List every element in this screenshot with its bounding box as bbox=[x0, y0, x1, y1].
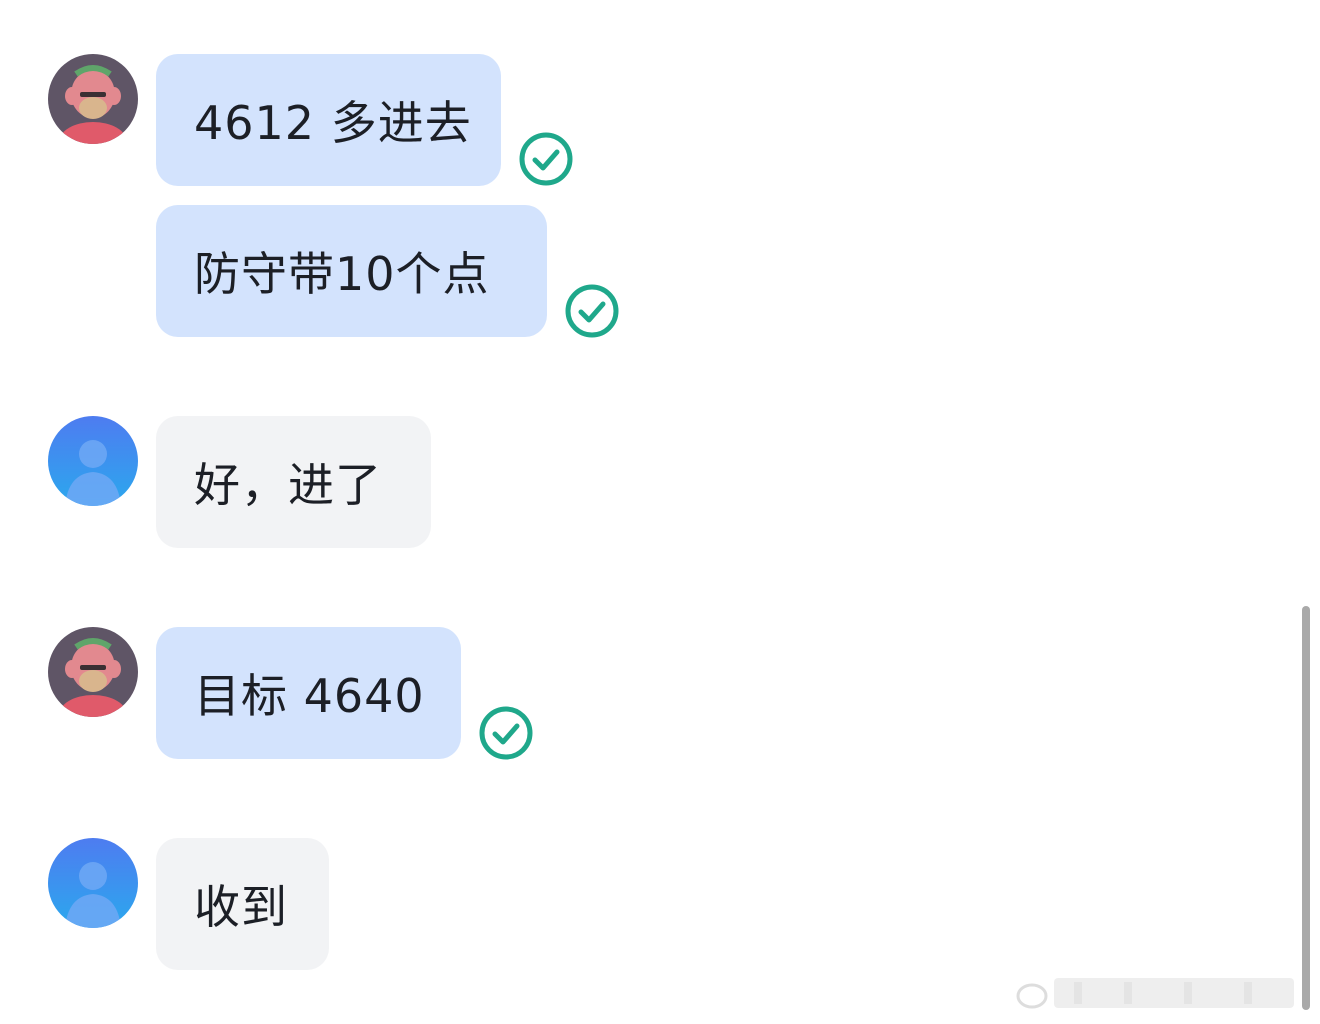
message-text: 防守带10个点 bbox=[194, 247, 490, 301]
scrollbar[interactable] bbox=[1302, 606, 1310, 1010]
ape-avatar-icon bbox=[48, 627, 138, 717]
message-bubble[interactable]: 目标 4640 bbox=[156, 627, 461, 759]
default-user-icon bbox=[48, 838, 138, 928]
message-bubble[interactable]: 收到 bbox=[156, 838, 329, 970]
chat-conversation: 4612 多进去 防守带10个点 好，进了 目标 4640 收到 bbox=[0, 0, 1320, 1024]
default-user-icon bbox=[48, 416, 138, 506]
read-check-icon bbox=[519, 132, 573, 186]
message-text: 好，进了 bbox=[194, 458, 382, 512]
sender-avatar[interactable] bbox=[48, 627, 138, 717]
message-text: 4612 多进去 bbox=[194, 96, 472, 150]
ape-avatar-icon bbox=[48, 54, 138, 144]
read-check-icon bbox=[565, 284, 619, 338]
contact-avatar[interactable] bbox=[48, 416, 138, 506]
message-bubble[interactable]: 4612 多进去 bbox=[156, 54, 501, 186]
sender-avatar[interactable] bbox=[48, 54, 138, 144]
message-text: 目标 4640 bbox=[194, 669, 425, 723]
read-check-icon bbox=[479, 706, 533, 760]
message-text: 收到 bbox=[194, 880, 288, 934]
contact-avatar[interactable] bbox=[48, 838, 138, 928]
message-bubble[interactable]: 好，进了 bbox=[156, 416, 431, 548]
message-bubble[interactable]: 防守带10个点 bbox=[156, 205, 547, 337]
watermark-logo bbox=[1016, 978, 1294, 1009]
